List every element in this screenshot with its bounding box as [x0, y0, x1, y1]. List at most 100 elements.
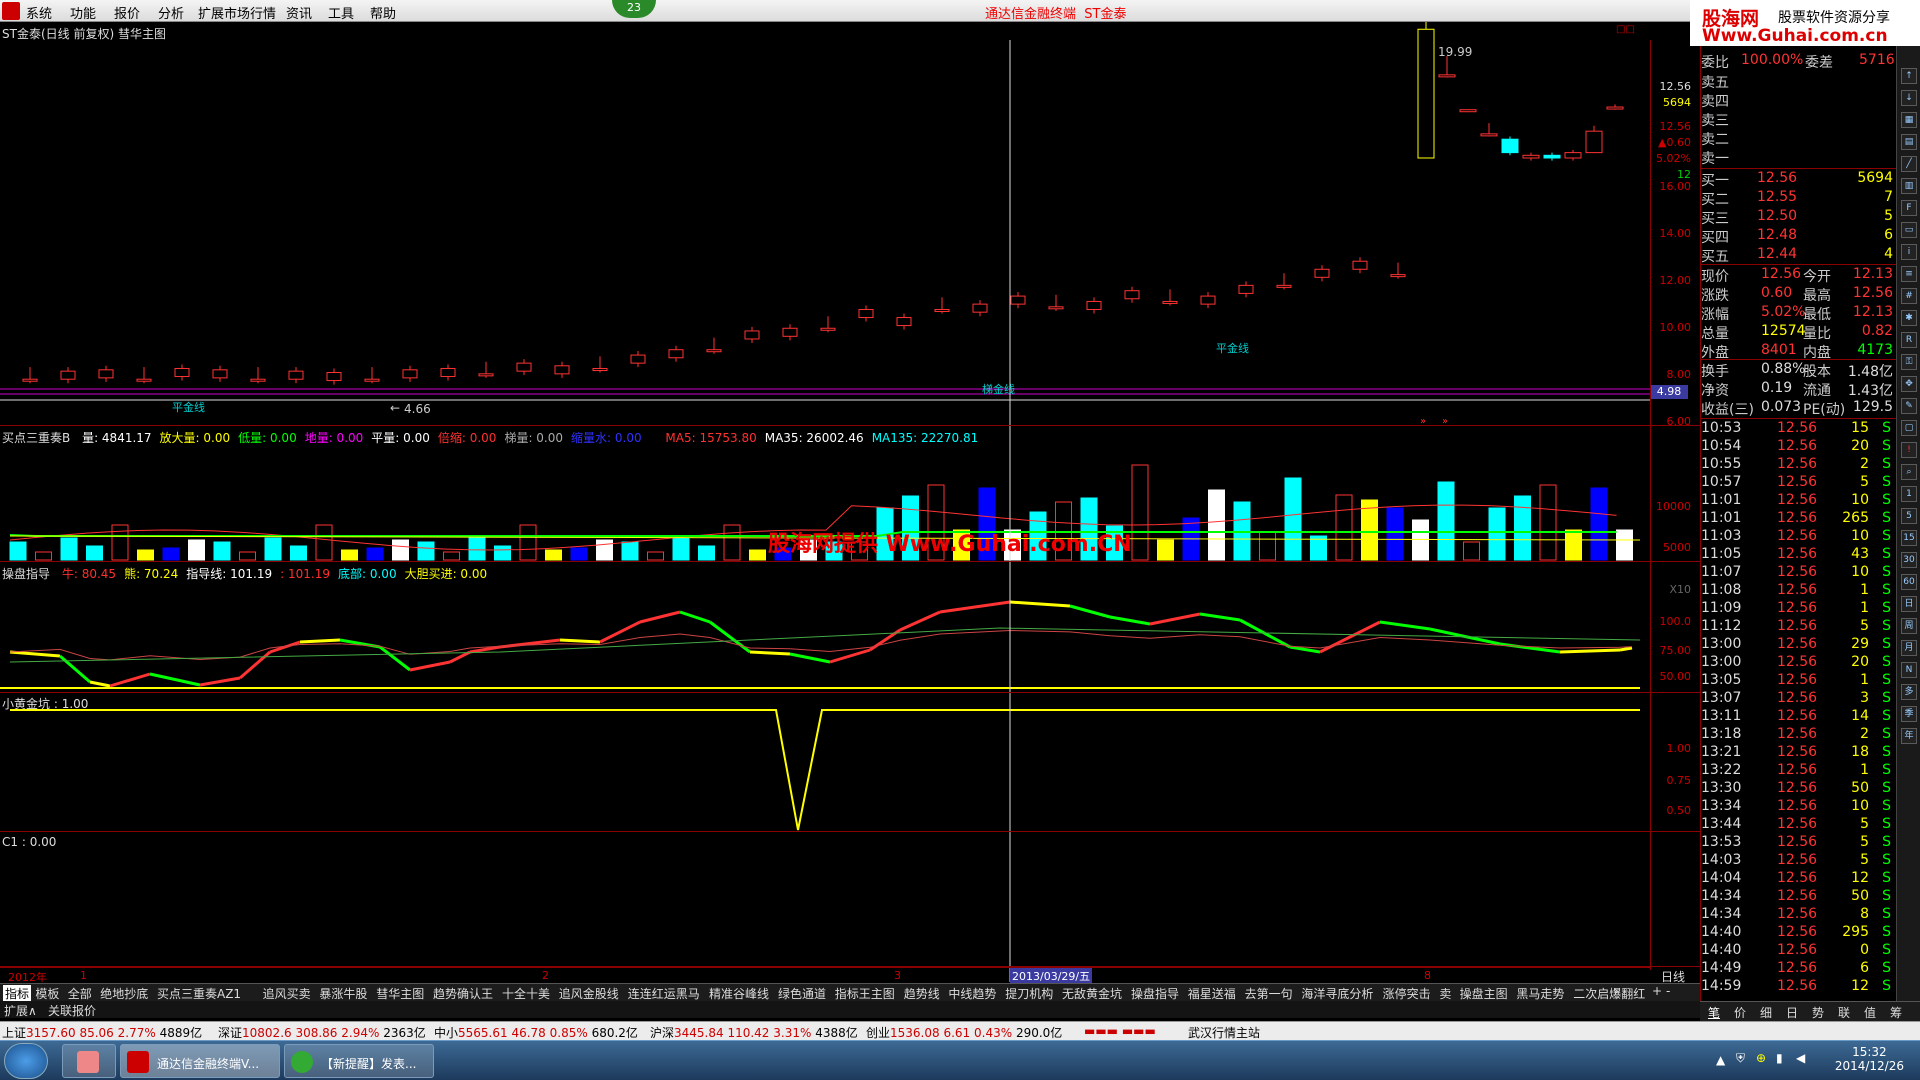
index-quote[interactable]: 上证3157.60 85.06 2.77% 4889亿	[2, 1024, 202, 1041]
tool-down-icon[interactable]: ↓	[1901, 90, 1917, 106]
tick-row[interactable]: 10:54 12.56 20 S	[1701, 438, 1897, 456]
tick-row[interactable]: 14:40 12.56 0 S	[1701, 942, 1897, 960]
right-tab[interactable]: 联	[1838, 1004, 1850, 1021]
notification-badge[interactable]: 23	[612, 0, 656, 18]
tool-num-60-icon[interactable]: 60	[1901, 574, 1917, 590]
right-tab[interactable]: 筹	[1890, 1004, 1902, 1021]
tool-list-icon[interactable]: ≡	[1901, 266, 1917, 282]
indicator-tab[interactable]: 暴涨牛股	[319, 985, 367, 1002]
period-tool[interactable]: 多	[1901, 684, 1917, 700]
buy-row[interactable]: 买三 12.50 5	[1701, 208, 1897, 227]
tool-move-icon[interactable]: ✥	[1901, 376, 1917, 392]
tool-up-icon[interactable]: ↑	[1901, 68, 1917, 84]
tool-rsi-icon[interactable]: R	[1901, 332, 1917, 348]
index-quote[interactable]: 创业1536.08 6.61 0.43% 290.0亿	[866, 1024, 1062, 1041]
tick-list[interactable]: 10:53 12.56 15 S 10:54 12.56 20 S 10:55 12.56 2 S 10…	[1701, 420, 1897, 1000]
tool-search-icon[interactable]: ⌕	[1901, 464, 1917, 480]
task-tdx[interactable]: 通达信金融终端V...	[120, 1044, 280, 1078]
sell-row[interactable]: 卖四	[1701, 91, 1897, 110]
buy-row[interactable]: 买四 12.48 6	[1701, 227, 1897, 246]
period-tool[interactable]: N	[1901, 662, 1917, 678]
indicator-tab[interactable]: 无敌黄金坑	[1062, 985, 1122, 1002]
period-tool[interactable]: 月	[1901, 640, 1917, 656]
menu-system[interactable]: 系统	[26, 3, 52, 22]
buy-row[interactable]: 买二 12.55 7	[1701, 189, 1897, 208]
tool-box-icon[interactable]: ▢	[1901, 420, 1917, 436]
indicator-tab[interactable]: 趋势确认王	[433, 985, 493, 1002]
tab-extend[interactable]: 扩展∧	[4, 1002, 37, 1019]
tick-row[interactable]: 14:59 12.56 12 S	[1701, 978, 1897, 996]
tool-info-icon[interactable]: i	[1901, 244, 1917, 260]
tabbar-scroll-right-icon[interactable]: ›	[1614, 984, 1619, 998]
tool-num-5-icon[interactable]: 5	[1901, 508, 1917, 524]
task-browser[interactable]: 【新提醒】发表...	[284, 1044, 434, 1078]
tabbar-minus-icon[interactable]: -	[1666, 984, 1670, 998]
indicator-tab[interactable]: 卖	[1439, 985, 1451, 1002]
tick-row[interactable]: 13:05 12.56 1 S	[1701, 672, 1897, 690]
right-tab[interactable]: 势	[1812, 1004, 1824, 1021]
tab-related-quote[interactable]: 关联报价	[48, 1002, 96, 1019]
tick-row[interactable]: 11:09 12.56 1 S	[1701, 600, 1897, 618]
indicator-tab[interactable]: 海洋寻底分析	[1301, 985, 1373, 1002]
tool-num-30-icon[interactable]: 30	[1901, 552, 1917, 568]
tick-row[interactable]: 13:30 12.56 50 S	[1701, 780, 1897, 798]
sell-row[interactable]: 卖二	[1701, 129, 1897, 148]
indicator-tab[interactable]: 指标	[3, 985, 32, 1002]
tool-settings-icon[interactable]: ✱	[1901, 310, 1917, 326]
indicator-tab[interactable]: 追风金股线	[559, 985, 619, 1002]
tick-row[interactable]: 10:55 12.56 2 S	[1701, 456, 1897, 474]
tick-row[interactable]: 13:18 12.56 2 S	[1701, 726, 1897, 744]
tabbar-add-icon[interactable]: +	[1652, 984, 1662, 998]
indicator-tab[interactable]: 全部	[68, 985, 92, 1002]
tick-row[interactable]: 10:53 12.56 15 S	[1701, 420, 1897, 438]
tick-row[interactable]: 13:00 12.56 29 S	[1701, 636, 1897, 654]
menu-analysis[interactable]: 分析	[158, 3, 184, 22]
tool-calc-icon[interactable]: #	[1901, 288, 1917, 304]
menu-extended-market[interactable]: 扩展市场行情	[198, 3, 276, 22]
tick-row[interactable]: 13:34 12.56 10 S	[1701, 798, 1897, 816]
tick-row[interactable]: 11:01 12.56 10 S	[1701, 492, 1897, 510]
right-tab[interactable]: 值	[1864, 1004, 1876, 1021]
indicator-tab[interactable]: 精准谷峰线	[709, 985, 769, 1002]
menu-help[interactable]: 帮助	[370, 3, 396, 22]
taskbar-explorer-icon[interactable]	[62, 1044, 116, 1078]
menu-tools[interactable]: 工具	[328, 3, 354, 22]
tick-row[interactable]: 11:08 12.56 1 S	[1701, 582, 1897, 600]
indicator-tab[interactable]: 连连红运黑马	[628, 985, 700, 1002]
indicator-tab[interactable]: 指标王主图	[835, 985, 895, 1002]
indicator-tab[interactable]: 涨停突击	[1383, 985, 1431, 1002]
tick-row[interactable]: 14:04 12.56 12 S	[1701, 870, 1897, 888]
menu-function[interactable]: 功能	[70, 3, 96, 22]
server-station[interactable]: 武汉行情主站	[1188, 1024, 1260, 1041]
indicator-tab[interactable]: 彗华主图	[376, 985, 424, 1002]
tick-row[interactable]: 14:03 12.56 5 S	[1701, 852, 1897, 870]
period-tool[interactable]: 季	[1901, 706, 1917, 722]
indicator-tab[interactable]: 操盘主图	[1460, 985, 1508, 1002]
tick-row[interactable]: 13:22 12.56 1 S	[1701, 762, 1897, 780]
period-tool[interactable]: 周	[1901, 618, 1917, 634]
tool-bars-icon[interactable]: ▥	[1901, 178, 1917, 194]
indicator-tab[interactable]: 黑马走势	[1516, 985, 1564, 1002]
index-quote[interactable]: 中小5565.61 46.78 0.85% 680.2亿	[434, 1024, 638, 1041]
tick-row[interactable]: 13:44 12.56 5 S	[1701, 816, 1897, 834]
tray-up-icon[interactable]: ▲	[1716, 1053, 1725, 1067]
tick-row[interactable]: 14:34 12.56 50 S	[1701, 888, 1897, 906]
buy-row[interactable]: 买五 12.44 4	[1701, 246, 1897, 265]
tick-row[interactable]: 10:57 12.56 5 S	[1701, 474, 1897, 492]
tick-row[interactable]: 13:11 12.56 14 S	[1701, 708, 1897, 726]
tick-row[interactable]: 13:21 12.56 18 S	[1701, 744, 1897, 762]
tool-doc-icon[interactable]: ▭	[1901, 222, 1917, 238]
tray-shield-icon[interactable]: ⛨	[1736, 1051, 1745, 1066]
index-quote[interactable]: 沪深3445.84 110.42 3.31% 4388亿	[650, 1024, 858, 1041]
tool-f10-icon[interactable]: F	[1901, 200, 1917, 216]
indicator-tab[interactable]: 中线趋势	[948, 985, 996, 1002]
indicator-tab[interactable]: 追风买卖	[263, 985, 311, 1002]
right-tab[interactable]: 笔	[1708, 1004, 1720, 1021]
right-tab[interactable]: 日	[1786, 1004, 1798, 1021]
tick-row[interactable]: 11:01 12.56 265 S	[1701, 510, 1897, 528]
right-tab[interactable]: 细	[1760, 1004, 1772, 1021]
period-tool[interactable]: 日	[1901, 596, 1917, 612]
menu-quote[interactable]: 报价	[114, 3, 140, 22]
index-quote[interactable]: 深证10802.6 308.86 2.94% 2363亿	[218, 1024, 426, 1041]
tray-security-icon[interactable]: ⊕	[1756, 1051, 1766, 1065]
